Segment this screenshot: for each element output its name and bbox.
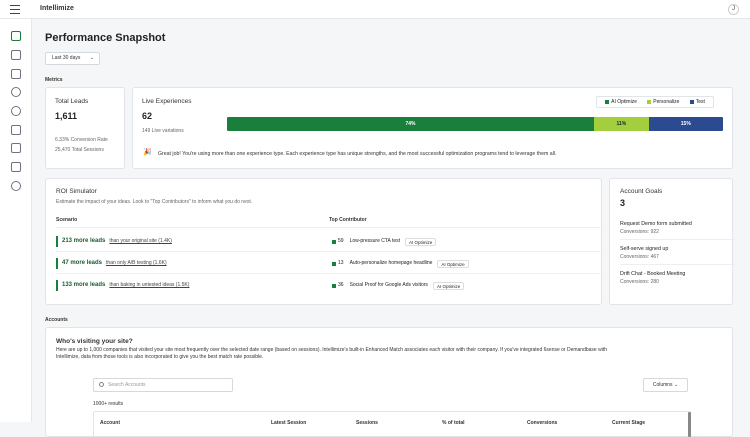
accounts-table: Account Latest Session Sessions % of tot… [93,411,691,437]
settings-icon[interactable] [11,87,21,97]
account-goals-title: Account Goals [620,188,663,195]
chevron-down-icon: ⌄ [89,55,94,61]
conversion-rate: 6.33% Conversion Rate [55,137,108,143]
scenario-link[interactable]: than your original site (1.4K) [109,238,172,244]
celebration-icon: 🎉 [143,149,152,156]
legend-personalize: Personalize [647,99,679,105]
experience-legend: AI Optimize Personalize Test [596,96,714,108]
history-icon[interactable] [11,106,21,116]
results-count: 1000+ results [93,401,124,407]
experience-split-bar: 74% 11% 15% [227,117,723,131]
divider [56,227,602,228]
live-experiences-title: Live Experiences [142,98,192,105]
col-top-contributor: Top Contributor [329,217,367,223]
th-conversions[interactable]: Conversions [527,420,557,426]
up-icon [332,261,336,266]
contributor-row-2: 13 Auto-personalize homepage headline AI O… [332,258,469,269]
experiment-icon[interactable] [11,125,21,135]
th-sessions[interactable]: Sessions [356,420,378,426]
filters-icon[interactable] [11,143,21,153]
account-goals-value: 3 [620,198,626,208]
col-scenario: Scenario [56,217,78,223]
scenario-link[interactable]: than only A/B testing (1.6K) [106,260,167,266]
segment-personalize: 11% [594,117,649,131]
roi-simulator-card: ROI Simulator Estimate the impact of you… [45,178,602,305]
document-icon[interactable] [11,69,21,79]
legend-swatch [605,99,610,104]
main-content: Performance Snapshot Last 30 days ⌄ Metr… [32,19,750,437]
th-account[interactable]: Account [100,420,120,426]
help-icon[interactable] [11,181,21,191]
search-input[interactable]: Search Accounts [93,378,233,392]
ai-optimize-tag: AI Optimize [437,259,469,268]
th-current-stage[interactable]: Current Stage [612,420,645,426]
legend-swatch [689,99,694,104]
live-message: Great job! You're using more than one ex… [158,151,557,157]
sidebar [0,19,32,422]
total-leads-value: 1,611 [55,111,78,121]
roi-subtitle: Estimate the impact of your ideas. Look … [56,199,253,205]
scenario-link[interactable]: than baking in untested ideas (1.5K) [109,282,189,288]
top-bar: Intellimize J [0,0,750,19]
roi-title: ROI Simulator [56,188,97,195]
live-experiences-value: 62 [142,111,153,121]
accounts-heading: Accounts [45,317,68,323]
th-percent-total[interactable]: % of total [442,420,465,426]
date-range-select[interactable]: Last 30 days ⌄ [45,52,100,65]
total-leads-title: Total Leads [55,98,89,105]
visitors-card: Who's visiting your site? Here are up to… [45,327,733,437]
date-range-value: Last 30 days [52,55,81,61]
up-icon [332,283,336,288]
search-icon [99,382,104,387]
page-title: Performance Snapshot [45,32,166,44]
segment-test: 15% [648,117,723,131]
goal-item: Request Demo form submitted Conversions: … [620,221,735,240]
scenario-row-1: 213 more leads than your original site (1… [56,236,172,247]
segment-ai-optimize: 74% [227,117,595,131]
account-goals-card: Account Goals 3 Request Demo form submit… [609,178,735,305]
chart-icon[interactable] [11,50,21,60]
live-variations: 149 Live variations [142,128,184,134]
messages-icon[interactable] [11,162,21,172]
divider [56,273,602,274]
metrics-heading: Metrics [45,77,63,83]
goal-item: Drift Chat - Booked Meeting Conversions: … [620,271,686,285]
total-leads-card: Total Leads 1,611 6.33% Conversion Rate … [45,87,125,169]
columns-button[interactable]: Columns ⌄ [643,378,688,392]
up-icon [332,239,336,244]
visitors-desc-2: Intellimize, data from those tools is al… [56,354,264,360]
total-sessions: 25,470 Total Sessions [55,147,104,153]
scenario-row-2: 47 more leads than only A/B testing (1.6K… [56,258,167,269]
visitors-title: Who's visiting your site? [56,338,133,345]
contributor-row-3: 36 Social Proof for Google Ads visitors AI… [332,280,465,291]
contributor-row-1: 59 Low-pressure CTA test AI Optimize [332,236,437,247]
dashboard-icon[interactable] [11,31,21,41]
goal-item: Self-serve signed up Conversions: 467 [620,246,735,265]
legend-ai-optimize: AI Optimize [605,99,637,105]
legend-test: Test [689,99,705,105]
th-latest-session[interactable]: Latest Session [271,420,306,426]
legend-swatch [647,99,652,104]
ai-optimize-tag: AI Optimize [432,281,465,290]
divider [56,251,602,252]
visitors-desc-1: Here are up to 1,000 companies that visi… [56,347,607,353]
scrollbar[interactable] [688,412,691,437]
brand-logo: Intellimize [40,5,74,12]
user-avatar[interactable]: J [728,4,739,15]
ai-optimize-tag: AI Optimize [405,237,437,246]
scenario-row-3: 133 more leads than baking in untested id… [56,280,189,291]
menu-icon[interactable] [10,5,20,14]
live-experiences-card: Live Experiences 62 149 Live variations … [132,87,733,169]
